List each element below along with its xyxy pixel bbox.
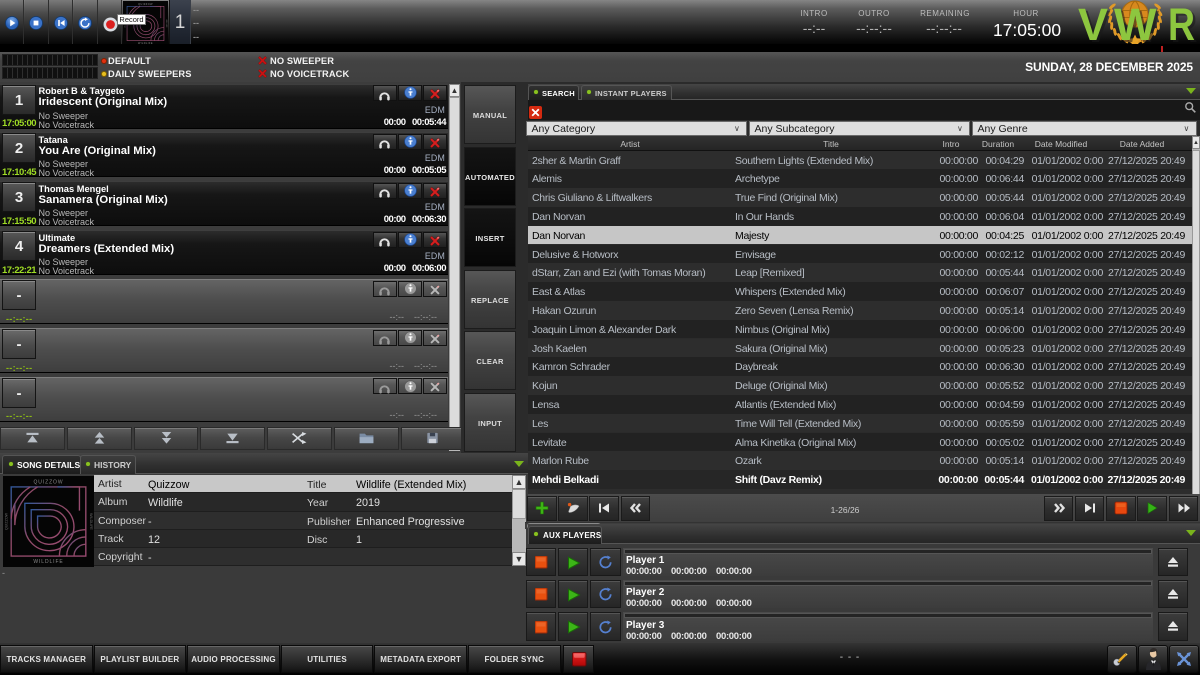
svg-text:QUIZZOW: QUIZZOW (5, 512, 9, 530)
svg-text:WILDLIFE: WILDLIFE (165, 19, 167, 28)
svg-text:R: R (1168, 0, 1195, 47)
svg-text:WILDLIFE: WILDLIFE (89, 513, 93, 530)
svg-text:WILDLIFE: WILDLIFE (33, 559, 63, 565)
svg-text:QUIZZOW: QUIZZOW (34, 480, 64, 486)
svg-text:V: V (1078, 0, 1108, 47)
svg-text:W: W (1114, 0, 1157, 47)
svg-text:QUIZZOW: QUIZZOW (138, 3, 153, 6)
